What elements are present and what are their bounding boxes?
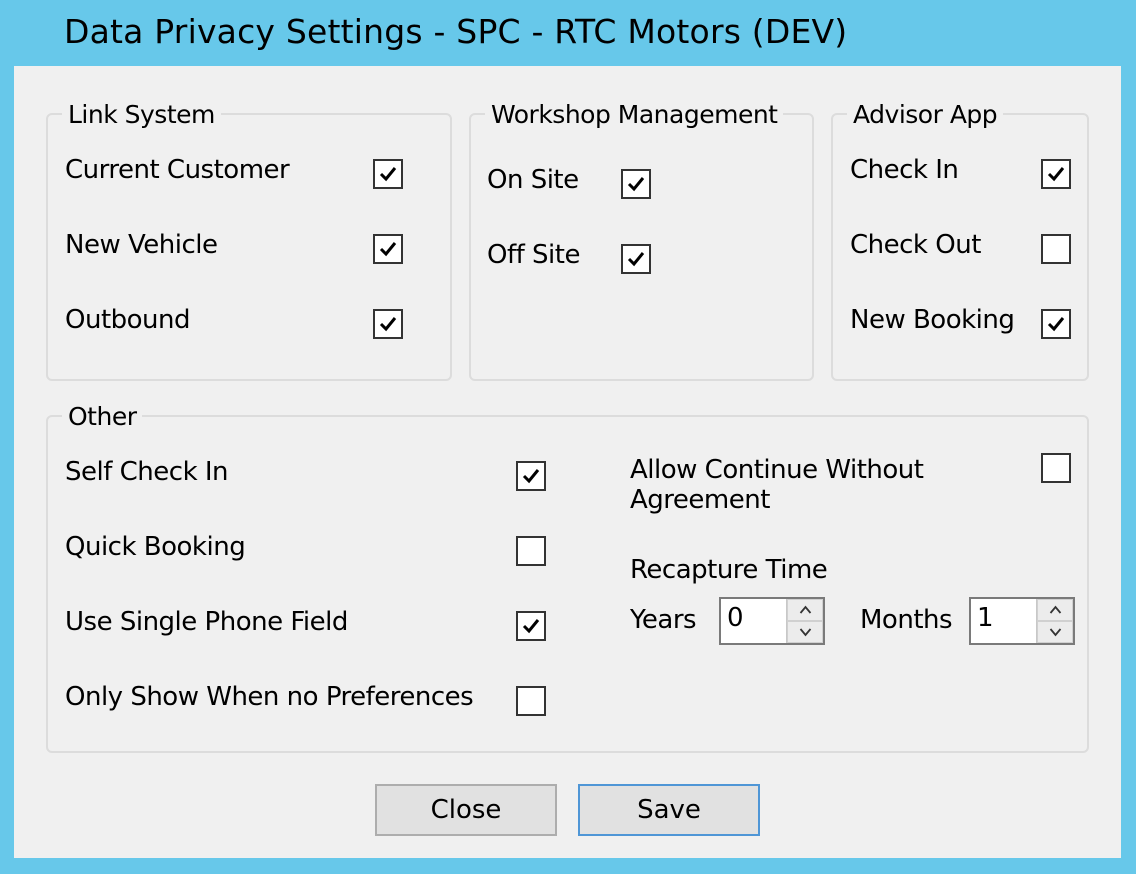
workshop-management-legend: Workshop Management (485, 100, 784, 129)
years-spin-buttons (786, 599, 823, 643)
title-bar[interactable]: Data Privacy Settings - SPC - RTC Motors… (0, 0, 1136, 66)
save-button[interactable]: Save (578, 784, 760, 836)
only-show-when-no-preferences-checkbox[interactable] (516, 686, 546, 716)
months-down-button[interactable] (1037, 621, 1073, 643)
allow-continue-checkbox[interactable] (1041, 453, 1071, 483)
advisor-app-legend: Advisor App (847, 100, 1004, 129)
check-out-label: Check Out (850, 230, 981, 260)
use-single-phone-field-label: Use Single Phone Field (65, 607, 348, 637)
on-site-label: On Site (487, 165, 579, 195)
check-icon (379, 317, 397, 332)
check-icon (627, 252, 645, 267)
outbound-checkbox[interactable] (373, 309, 403, 339)
chevron-down-icon (1049, 628, 1062, 637)
off-site-label: Off Site (487, 240, 580, 270)
years-up-button[interactable] (787, 599, 823, 621)
dialog-window: Data Privacy Settings - SPC - RTC Motors… (0, 0, 1136, 874)
link-system-legend: Link System (62, 100, 221, 129)
months-value[interactable]: 1 (977, 603, 994, 633)
months-spinner[interactable]: 1 (969, 597, 1075, 645)
months-up-button[interactable] (1037, 599, 1073, 621)
recapture-time-label: Recapture Time (630, 555, 828, 585)
current-customer-label: Current Customer (65, 155, 290, 185)
chevron-up-icon (799, 605, 812, 614)
new-booking-checkbox[interactable] (1041, 309, 1071, 339)
check-icon (379, 167, 397, 182)
years-value[interactable]: 0 (727, 603, 744, 633)
check-icon (627, 177, 645, 192)
outbound-label: Outbound (65, 305, 191, 335)
quick-booking-label: Quick Booking (65, 532, 246, 562)
check-icon (379, 242, 397, 257)
current-customer-checkbox[interactable] (373, 159, 403, 189)
on-site-checkbox[interactable] (621, 169, 651, 199)
close-button[interactable]: Close (375, 784, 557, 836)
self-check-in-label: Self Check In (65, 457, 229, 487)
chevron-down-icon (799, 628, 812, 637)
years-label: Years (630, 605, 697, 635)
dialog-body: Link System Current Customer New Vehicle… (14, 66, 1121, 858)
years-down-button[interactable] (787, 621, 823, 643)
new-booking-label: New Booking (850, 305, 1015, 335)
chevron-up-icon (1049, 605, 1062, 614)
check-icon (1047, 317, 1065, 332)
check-icon (522, 619, 540, 634)
check-in-checkbox[interactable] (1041, 159, 1071, 189)
years-spinner[interactable]: 0 (719, 597, 825, 645)
window-title: Data Privacy Settings - SPC - RTC Motors… (64, 12, 848, 51)
use-single-phone-field-checkbox[interactable] (516, 611, 546, 641)
other-legend: Other (62, 402, 143, 431)
months-spin-buttons (1036, 599, 1073, 643)
check-icon (522, 469, 540, 484)
quick-booking-checkbox[interactable] (516, 536, 546, 566)
months-label: Months (860, 605, 953, 635)
self-check-in-checkbox[interactable] (516, 461, 546, 491)
check-out-checkbox[interactable] (1041, 234, 1071, 264)
allow-continue-label-line2: Agreement (630, 485, 770, 515)
new-vehicle-label: New Vehicle (65, 230, 218, 260)
only-show-when-no-preferences-label: Only Show When no Preferences (65, 682, 474, 712)
check-icon (1047, 167, 1065, 182)
allow-continue-label-line1: Allow Continue Without (630, 455, 924, 485)
new-vehicle-checkbox[interactable] (373, 234, 403, 264)
check-in-label: Check In (850, 155, 959, 185)
off-site-checkbox[interactable] (621, 244, 651, 274)
